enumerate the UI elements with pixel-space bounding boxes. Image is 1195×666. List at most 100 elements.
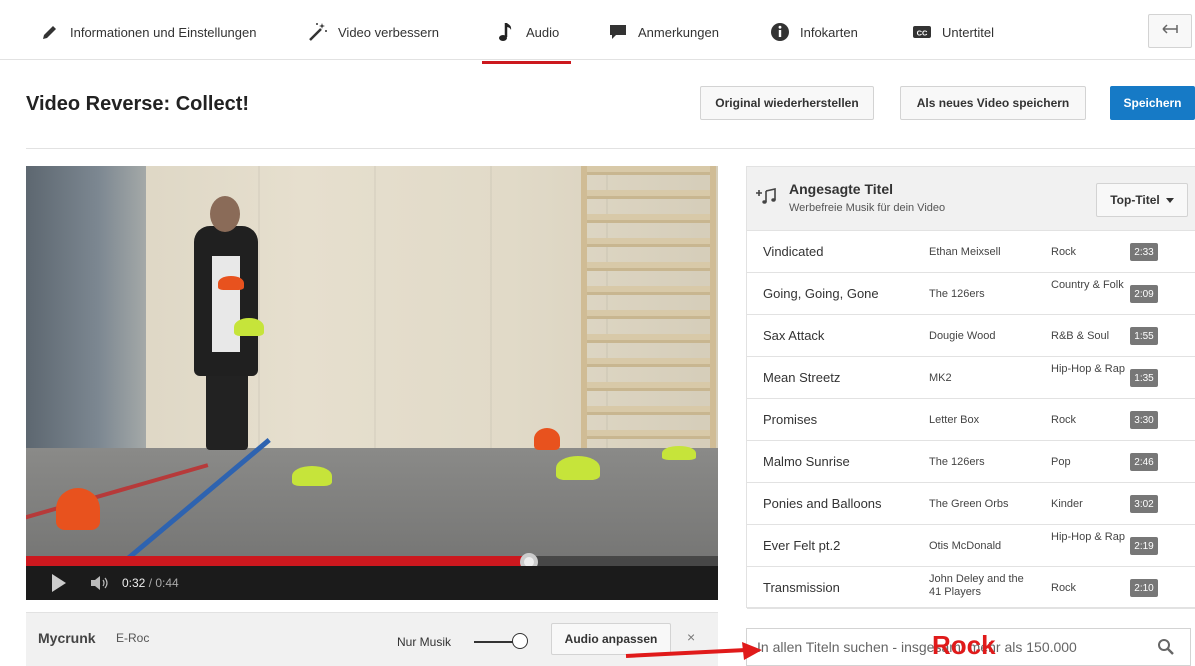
track-genre: Hip-Hop & Rap [1051, 531, 1125, 543]
track-artist: Dougie Wood [929, 330, 996, 342]
track-artist: The 126ers [929, 288, 985, 300]
track-row[interactable]: Sax Attack Dougie Wood R&B & Soul 1:55 [747, 315, 1195, 357]
only-music-label: Nur Musik [397, 635, 452, 649]
track-duration-badge: 3:30 [1130, 411, 1158, 429]
selected-track-bar: Mycrunk E-Roc Nur Musik Audio anpassen × [26, 612, 718, 666]
progress-bar-fill [26, 556, 530, 566]
track-row[interactable]: Vindicated Ethan Meixsell Rock 2:33 [747, 231, 1195, 273]
tab-annotations[interactable]: Anmerkungen [606, 14, 719, 50]
track-row[interactable]: Promises Letter Box Rock 3:30 [747, 399, 1195, 441]
track-duration-badge: 2:10 [1130, 579, 1158, 597]
track-duration-badge: 1:35 [1130, 369, 1158, 387]
track-row[interactable]: Transmission John Deley and the 41 Player… [747, 567, 1195, 609]
video-frame-cone [292, 466, 332, 486]
track-title: Ponies and Balloons [763, 496, 882, 511]
filter-dropdown-label: Top-Titel [1110, 193, 1160, 207]
divider [26, 148, 1195, 149]
video-frame-cone [218, 276, 244, 290]
track-duration-badge: 3:02 [1130, 495, 1158, 513]
volume-icon[interactable] [90, 575, 112, 591]
restore-original-button[interactable]: Original wiederherstellen [700, 86, 874, 120]
video-frame-person [212, 256, 240, 352]
track-artist: Letter Box [929, 414, 980, 426]
selected-track-title: Mycrunk [38, 630, 96, 646]
add-music-icon [755, 187, 779, 210]
play-icon[interactable] [52, 574, 66, 592]
track-artist: MK2 [929, 372, 952, 384]
video-frame-door [26, 166, 146, 466]
track-genre: Rock [1051, 582, 1077, 594]
tab-subtitles[interactable]: CC Untertitel [910, 14, 994, 50]
tab-info-cards[interactable]: Infokarten [768, 14, 858, 50]
track-row[interactable]: Going, Going, Gone The 126ers Country & Fo… [747, 273, 1195, 315]
cc-icon: CC [910, 20, 934, 44]
video-frame-cone [534, 428, 560, 450]
tab-info-settings[interactable]: Informationen und Einstellungen [38, 14, 256, 50]
track-title: Going, Going, Gone [763, 286, 879, 301]
tab-audio[interactable]: Audio [481, 14, 572, 64]
track-title: Vindicated [763, 244, 824, 259]
track-genre: R&B & Soul [1051, 330, 1110, 342]
save-as-new-button[interactable]: Als neues Video speichern [900, 86, 1086, 120]
svg-text:CC: CC [917, 29, 928, 38]
tab-label: Video verbessern [338, 24, 439, 40]
player-controls: 0:32 / 0:44 [26, 566, 718, 600]
current-time: 0:32 [122, 576, 146, 590]
mix-slider-track[interactable] [474, 641, 514, 643]
track-genre: Pop [1051, 456, 1071, 468]
track-duration-badge: 1:55 [1130, 327, 1158, 345]
video-frame-cone [234, 318, 264, 336]
track-artist: The 126ers [929, 456, 985, 468]
track-artist: John Deley and the 41 Players [929, 573, 1024, 598]
arrow-left-icon [1162, 22, 1178, 40]
filter-dropdown[interactable]: Top-Titel [1096, 183, 1188, 217]
back-button[interactable] [1148, 14, 1192, 48]
track-genre: Country & Folk [1051, 279, 1124, 291]
video-frame-wall-bars [581, 166, 716, 456]
track-genre: Rock [1051, 414, 1077, 426]
video-frame-cone [556, 456, 600, 480]
track-list: Vindicated Ethan Meixsell Rock 2:33 Going, G… [747, 231, 1195, 609]
chevron-down-icon [1165, 197, 1174, 203]
track-title: Malmo Sunrise [763, 454, 850, 469]
track-title: Transmission [763, 580, 840, 595]
video-player[interactable]: 0:32 / 0:44 [26, 166, 718, 600]
track-duration-badge: 2:33 [1130, 243, 1158, 261]
info-icon [768, 20, 792, 44]
save-button[interactable]: Speichern [1110, 86, 1195, 120]
track-duration-badge: 2:09 [1130, 285, 1158, 303]
track-row[interactable]: Malmo Sunrise The 126ers Pop 2:46 [747, 441, 1195, 483]
duration-time: / 0:44 [148, 576, 179, 590]
tab-enhance-video[interactable]: Video verbessern [306, 14, 439, 50]
annotation-arrow [625, 642, 762, 660]
trending-tracks-panel: Angesagte Titel Werbefreie Musik für dei… [746, 166, 1195, 609]
video-frame-person [210, 196, 240, 232]
panel-title: Angesagte Titel [789, 181, 893, 197]
track-artist: The Green Orbs [929, 498, 1009, 510]
track-row[interactable]: Ponies and Balloons The Green Orbs Kinder 3… [747, 483, 1195, 525]
music-note-icon [494, 20, 518, 44]
selected-track-artist: E-Roc [116, 631, 150, 645]
track-artist: Ethan Meixsell [929, 246, 1001, 258]
tab-label: Untertitel [942, 24, 995, 40]
video-frame-cone [662, 446, 696, 460]
mix-slider-handle[interactable] [512, 633, 528, 649]
tab-label: Informationen und Einstellungen [70, 24, 257, 40]
track-duration-badge: 2:46 [1130, 453, 1158, 471]
panel-header: Angesagte Titel Werbefreie Musik für dei… [747, 167, 1195, 231]
track-artist: Otis McDonald [929, 540, 1002, 552]
tab-label: Infokarten [800, 24, 858, 40]
track-genre: Kinder [1051, 498, 1083, 510]
track-title: Promises [763, 412, 818, 427]
track-row[interactable]: Ever Felt pt.2 Otis McDonald Hip-Hop & Rap… [747, 525, 1195, 567]
track-row[interactable]: Mean Streetz MK2 Hip-Hop & Rap 1:35 [747, 357, 1195, 399]
track-title: Mean Streetz [763, 370, 841, 385]
panel-subtitle: Werbefreie Musik für dein Video [789, 202, 946, 214]
track-duration-badge: 2:19 [1130, 537, 1158, 555]
video-frame-cone [56, 488, 100, 530]
page-title: Video Reverse: Collect! [26, 93, 250, 115]
tab-label: Anmerkungen [638, 24, 719, 40]
search-icon[interactable] [1157, 638, 1175, 656]
tab-label: Audio [526, 24, 560, 40]
track-genre: Hip-Hop & Rap [1051, 363, 1125, 375]
